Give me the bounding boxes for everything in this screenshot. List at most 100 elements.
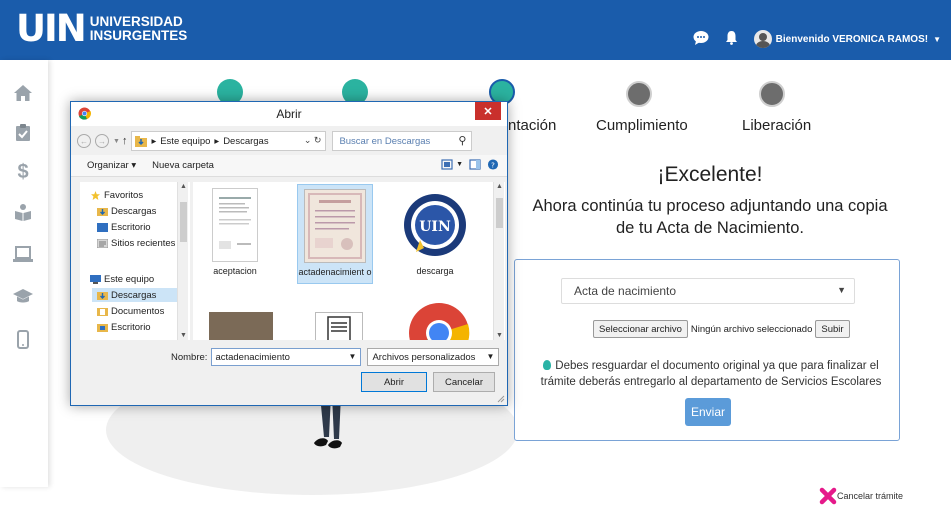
user-avatar[interactable] xyxy=(753,30,772,48)
nav-item-desktop-fav[interactable]: Escritorio xyxy=(97,220,151,234)
preview-pane-icon[interactable] xyxy=(469,159,481,170)
select-file-button[interactable]: Seleccionar archivo xyxy=(593,320,688,338)
nav-item-this-pc[interactable]: Este equipo xyxy=(90,272,154,286)
dialog-titlebar[interactable]: Abrir ✕ xyxy=(71,102,507,126)
file-item-photo[interactable] xyxy=(203,312,279,340)
dialog-search-input[interactable]: Buscar en Descargas ⚲ xyxy=(332,131,473,151)
nav-label: Escritorio xyxy=(111,221,151,233)
computer-icon xyxy=(90,274,101,284)
file-type-filter-value: Archivos personalizados xyxy=(372,351,476,363)
success-title: ¡Excelente! xyxy=(657,163,763,186)
send-button[interactable]: Enviar xyxy=(685,398,731,426)
chevron-down-icon[interactable]: ▼ xyxy=(487,352,495,361)
filename-input[interactable]: actadenacimiento ▼ xyxy=(211,348,362,366)
chevron-down-icon: ▼ xyxy=(837,285,846,295)
chat-icon[interactable] xyxy=(693,30,709,48)
nav-label: Documentos xyxy=(111,305,165,317)
certificate-thumbnail xyxy=(304,189,366,263)
nav-label: Sitios recientes xyxy=(111,237,176,249)
scroll-up-icon[interactable]: ▲ xyxy=(494,183,505,190)
history-caret-icon[interactable]: ▼ xyxy=(113,138,120,145)
view-mode-caret-icon[interactable]: ▼ xyxy=(456,161,463,168)
forward-arrow-icon[interactable]: → xyxy=(95,134,109,148)
downloads-folder-icon xyxy=(97,207,108,216)
bell-icon[interactable] xyxy=(725,30,738,48)
dialog-cancel-button[interactable]: Cancelar xyxy=(433,372,495,392)
laptop-icon[interactable] xyxy=(12,243,34,265)
file-item-document[interactable] xyxy=(301,312,377,340)
address-row: ← → ▼ ↑ ▸ Este equipo ▸ Descargas ⌄ ↻ Bu… xyxy=(77,130,501,152)
logo-line-2: INSURGENTES xyxy=(89,28,188,43)
folder-download-icon xyxy=(135,135,148,147)
filename-value: actadenacimiento xyxy=(215,351,290,363)
nav-label: Descargas xyxy=(111,289,157,301)
nav-label: Este equipo xyxy=(104,273,155,285)
document-type-select[interactable]: Acta de nacimiento ▼ xyxy=(561,278,855,304)
university-logo[interactable]: UIN UNIVERSIDAD INSURGENTES xyxy=(16,9,187,49)
files-pane-scrollbar[interactable]: ▲ ▼ xyxy=(493,182,504,340)
file-name: actadenacimient o xyxy=(298,267,372,277)
scroll-up-icon[interactable]: ▲ xyxy=(178,183,189,190)
nav-item-documents[interactable]: Documentos xyxy=(97,304,164,318)
cancel-process-label: Cancelar trámite xyxy=(837,491,904,501)
user-area: Bienvenido VERONICA RAMOS! ▼ xyxy=(677,30,941,48)
svg-text:UIN: UIN xyxy=(419,219,451,235)
help-icon[interactable]: ? xyxy=(487,159,499,170)
lightbulb-icon xyxy=(543,360,552,370)
nav-item-downloads[interactable]: Descargas xyxy=(92,288,177,302)
nav-pane-scrollbar[interactable]: ▲ ▼ xyxy=(177,182,188,340)
dollar-icon[interactable]: $ xyxy=(12,161,34,183)
dialog-close-button[interactable]: ✕ xyxy=(475,102,501,120)
reader-icon[interactable] xyxy=(12,201,34,223)
svg-text:?: ? xyxy=(491,160,495,169)
up-arrow-icon[interactable]: ↑ xyxy=(122,135,128,147)
filename-row: Nombre: actadenacimiento ▼ Archivos pers… xyxy=(171,348,500,366)
resize-grip-icon[interactable] xyxy=(495,393,505,403)
organize-menu[interactable]: Organizar ▾ xyxy=(87,160,136,171)
home-icon[interactable] xyxy=(12,82,34,104)
new-folder-button[interactable]: Nueva carpeta xyxy=(152,160,214,171)
document-type-value: Acta de nacimiento xyxy=(574,284,677,298)
desktop-icon xyxy=(97,222,108,232)
open-file-dialog: Abrir ✕ ← → ▼ ↑ ▸ Este equipo ▸ Descarga… xyxy=(70,101,508,406)
chevron-down-icon[interactable]: ▼ xyxy=(349,352,357,361)
instructions-text: Ahora continúa tu proceso adjuntando una… xyxy=(520,195,900,239)
mobile-phone-icon[interactable] xyxy=(12,328,34,350)
refresh-icon[interactable]: ⌄ ↻ xyxy=(304,135,322,146)
search-icon[interactable]: ⚲ xyxy=(458,134,466,147)
scroll-thumb[interactable] xyxy=(496,198,503,228)
upload-button[interactable]: Subir xyxy=(815,320,850,338)
scroll-down-icon[interactable]: ▼ xyxy=(494,332,505,339)
clipboard-check-icon[interactable] xyxy=(12,121,34,143)
file-item-actadenacimiento[interactable]: actadenacimient o xyxy=(297,184,373,284)
breadcrumb-downloads[interactable]: Descargas xyxy=(223,136,268,147)
desktop-folder-icon xyxy=(97,323,108,332)
step-label-release: Liberación xyxy=(742,117,812,134)
file-item-descarga[interactable]: UIN descarga xyxy=(397,184,473,277)
nav-item-recent-places[interactable]: Sitios recientes xyxy=(97,236,175,250)
scroll-thumb[interactable] xyxy=(180,202,187,242)
breadcrumb-separator-icon: ▸ xyxy=(151,135,157,147)
sidebar: $ xyxy=(0,60,48,487)
photo-thumbnail xyxy=(209,312,273,340)
file-type-filter-select[interactable]: Archivos personalizados ▼ xyxy=(367,348,500,366)
file-name: aceptacion xyxy=(213,266,257,276)
cancel-process-link[interactable]: Cancelar trámite xyxy=(819,487,903,505)
file-item-aceptacion[interactable]: aceptacion xyxy=(197,184,273,277)
step-compliance-icon xyxy=(626,81,652,107)
nav-item-downloads-fav[interactable]: Descargas xyxy=(97,204,156,218)
scroll-down-icon[interactable]: ▼ xyxy=(178,332,189,339)
address-bar[interactable]: ▸ Este equipo ▸ Descargas ⌄ ↻ xyxy=(131,131,327,151)
back-arrow-icon[interactable]: ← xyxy=(77,134,91,148)
nav-item-desktop[interactable]: Escritorio xyxy=(97,320,151,334)
user-menu-caret-icon[interactable]: ▼ xyxy=(933,35,941,44)
view-mode-icon[interactable] xyxy=(441,159,453,170)
note-line-1: Debes resguardar el documento original y… xyxy=(555,360,879,372)
file-item-chrome[interactable] xyxy=(401,302,477,340)
graduation-cap-icon[interactable] xyxy=(12,285,34,307)
downloads-folder-icon xyxy=(97,291,108,300)
welcome-text[interactable]: Bienvenido VERONICA RAMOS! xyxy=(776,34,928,45)
nav-item-favorites[interactable]: Favoritos xyxy=(90,188,143,202)
breadcrumb-this-pc[interactable]: Este equipo xyxy=(160,136,210,147)
open-button[interactable]: Abrir xyxy=(361,372,427,392)
